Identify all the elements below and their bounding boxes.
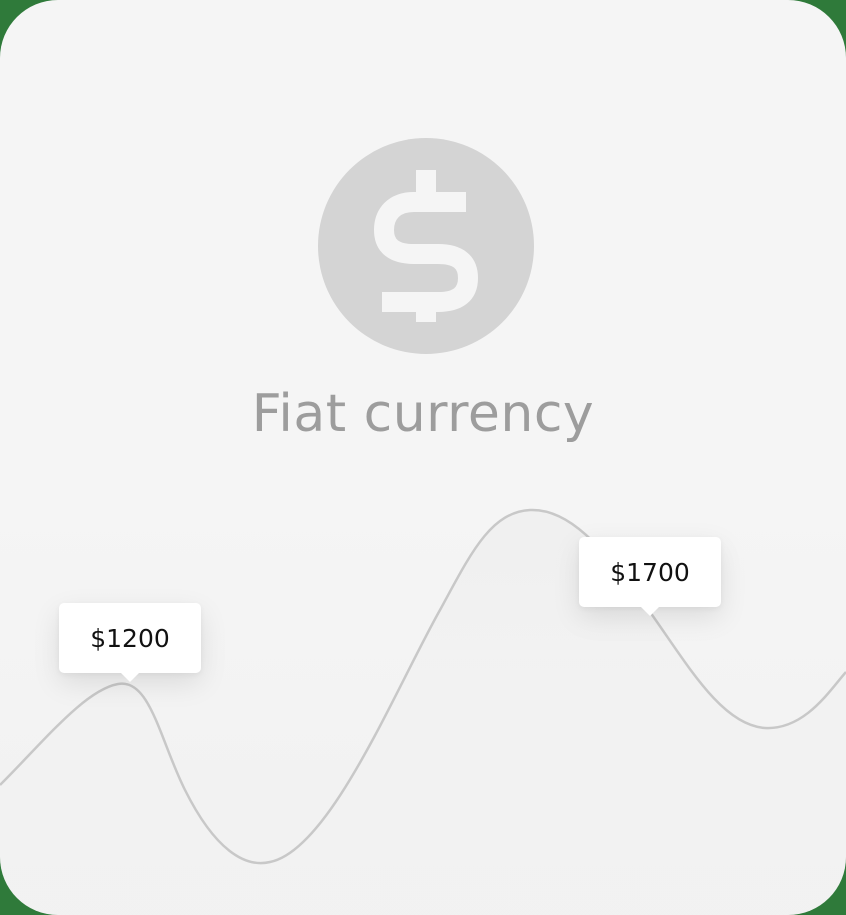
fiat-currency-title: Fiat currency: [251, 384, 595, 444]
dollar-icon: [318, 138, 534, 354]
price-tooltip-2: $1700: [579, 537, 721, 616]
price-tooltip-1: $1200: [59, 603, 201, 682]
fiat-currency-card: Fiat currency $1200 $1700: [0, 0, 846, 915]
